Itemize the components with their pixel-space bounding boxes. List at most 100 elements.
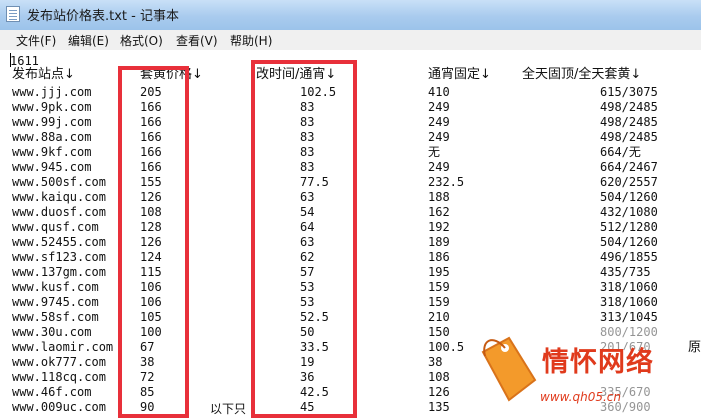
cell-site: www.9pk.com bbox=[12, 100, 92, 114]
cell-fixed: 38 bbox=[428, 355, 443, 369]
menu-file[interactable]: 文件(F) bbox=[16, 32, 56, 49]
cell-time: 102.5 bbox=[300, 85, 337, 99]
cell-day: 620/2557 bbox=[600, 175, 658, 189]
cell-package: 155 bbox=[140, 175, 162, 189]
cell-package: 166 bbox=[140, 130, 162, 144]
cell-fixed: 249 bbox=[428, 100, 450, 114]
cell-fixed: 410 bbox=[428, 85, 450, 99]
cell-fixed: 249 bbox=[428, 160, 450, 174]
cell-day: 504/1260 bbox=[600, 190, 658, 204]
cell-time: 33.5 bbox=[300, 340, 329, 354]
cell-package: 72 bbox=[140, 370, 155, 384]
cell-site: www.kusf.com bbox=[12, 280, 99, 294]
cell-day: 664/2467 bbox=[600, 160, 658, 174]
cell-package: 105 bbox=[140, 310, 162, 324]
cell-time: 45 bbox=[300, 400, 315, 414]
table-row: www.99j.com 166 83 249 498/2485 bbox=[0, 115, 701, 130]
cell-fixed: 188 bbox=[428, 190, 450, 204]
watermark: 情怀网络 www.qh05.cn bbox=[470, 326, 701, 419]
cell-package: 85 bbox=[140, 385, 155, 399]
cell-time: 64 bbox=[300, 220, 315, 234]
table-row: www.58sf.com 105 52.5 210 313/1045 bbox=[0, 310, 701, 325]
watermark-url: www.qh05.cn bbox=[540, 390, 621, 404]
cell-site: www.ok777.com bbox=[12, 355, 106, 369]
table-row: www.52455.com 126 63 189 504/1260 bbox=[0, 235, 701, 250]
cell-fixed: 249 bbox=[428, 115, 450, 129]
cell-fixed: 159 bbox=[428, 280, 450, 294]
cell-fixed: 232.5 bbox=[428, 175, 465, 189]
cell-fixed: 无 bbox=[428, 145, 441, 159]
partial-right-char: 原 bbox=[688, 340, 701, 355]
cell-day: 498/2485 bbox=[600, 115, 658, 129]
cell-package: 115 bbox=[140, 265, 162, 279]
watermark-title: 情怀网络 bbox=[542, 347, 654, 378]
menu-help[interactable]: 帮助(H) bbox=[230, 32, 272, 49]
cell-time: 54 bbox=[300, 205, 315, 219]
cell-site: www.945.com bbox=[12, 160, 92, 174]
cell-time: 52.5 bbox=[300, 310, 329, 324]
notepad-icon bbox=[6, 6, 20, 22]
cell-day: 615/3075 bbox=[600, 85, 658, 99]
cell-day: 504/1260 bbox=[600, 235, 658, 249]
cell-time: 83 bbox=[300, 115, 315, 129]
cell-package: 166 bbox=[140, 115, 162, 129]
cell-day: 318/1060 bbox=[600, 280, 658, 294]
cell-fixed: 192 bbox=[428, 220, 450, 234]
cell-day: 496/1855 bbox=[600, 250, 658, 264]
cell-fixed: 249 bbox=[428, 130, 450, 144]
cell-day: 435/735 bbox=[600, 265, 651, 279]
cell-site: www.duosf.com bbox=[12, 205, 106, 219]
cell-site: www.118cq.com bbox=[12, 370, 106, 384]
cell-day: 313/1045 bbox=[600, 310, 658, 324]
header-package: 套黄价格↓ bbox=[140, 67, 203, 82]
table-row: www.sf123.com 124 62 186 496/1855 bbox=[0, 250, 701, 265]
cell-package: 38 bbox=[140, 355, 155, 369]
cell-package: 126 bbox=[140, 235, 162, 249]
menu-edit[interactable]: 编辑(E) bbox=[68, 32, 109, 49]
cell-site: www.137gm.com bbox=[12, 265, 106, 279]
cell-time: 57 bbox=[300, 265, 315, 279]
cell-day: 512/1280 bbox=[600, 220, 658, 234]
table-row: www.kusf.com 106 53 159 318/1060 bbox=[0, 280, 701, 295]
cell-time: 63 bbox=[300, 235, 315, 249]
cell-package: 67 bbox=[140, 340, 155, 354]
cell-package: 205 bbox=[140, 85, 162, 99]
table-row: www.qusf.com 128 64 192 512/1280 bbox=[0, 220, 701, 235]
menu-view[interactable]: 查看(V) bbox=[176, 32, 218, 49]
cell-site: www.kaiqu.com bbox=[12, 190, 106, 204]
cell-day: 432/1080 bbox=[600, 205, 658, 219]
cell-site: www.sf123.com bbox=[12, 250, 106, 264]
cell-day: 498/2485 bbox=[600, 130, 658, 144]
table-row: www.500sf.com 155 77.5 232.5 620/2557 bbox=[0, 175, 701, 190]
cell-time: 83 bbox=[300, 100, 315, 114]
cell-site: www.30u.com bbox=[12, 325, 92, 339]
menu-bar: 文件(F) 编辑(E) 格式(O) 查看(V) 帮助(H) bbox=[0, 30, 701, 51]
title-bar: 发布站价格表.txt - 记事本 bbox=[0, 0, 701, 31]
cell-site: www.88a.com bbox=[12, 130, 92, 144]
cell-package: 124 bbox=[140, 250, 162, 264]
cell-fixed: 210 bbox=[428, 310, 450, 324]
cell-package: 166 bbox=[140, 100, 162, 114]
cell-fixed: 150 bbox=[428, 325, 450, 339]
cell-time: 53 bbox=[300, 280, 315, 294]
header-day: 全天固顶/全天套黄↓ bbox=[522, 67, 642, 82]
cell-time: 83 bbox=[300, 145, 315, 159]
window-title: 发布站价格表.txt - 记事本 bbox=[27, 9, 179, 24]
header-time: 改时间/通宵↓ bbox=[256, 67, 337, 82]
price-tag-icon bbox=[481, 336, 537, 402]
cell-day: 318/1060 bbox=[600, 295, 658, 309]
cell-package: 166 bbox=[140, 145, 162, 159]
cell-package: 90 bbox=[140, 400, 155, 414]
menu-format[interactable]: 格式(O) bbox=[120, 32, 163, 49]
table-row: www.kaiqu.com 126 63 188 504/1260 bbox=[0, 190, 701, 205]
cell-day: 498/2485 bbox=[600, 100, 658, 114]
cell-site: www.58sf.com bbox=[12, 310, 99, 324]
cell-site: www.qusf.com bbox=[12, 220, 99, 234]
cell-package: 126 bbox=[140, 190, 162, 204]
cell-site: www.009uc.com bbox=[12, 400, 106, 414]
cell-fixed: 162 bbox=[428, 205, 450, 219]
cell-fixed: 189 bbox=[428, 235, 450, 249]
cell-site: www.99j.com bbox=[12, 115, 92, 129]
cell-time: 53 bbox=[300, 295, 315, 309]
first-line: 1611 bbox=[10, 54, 39, 68]
